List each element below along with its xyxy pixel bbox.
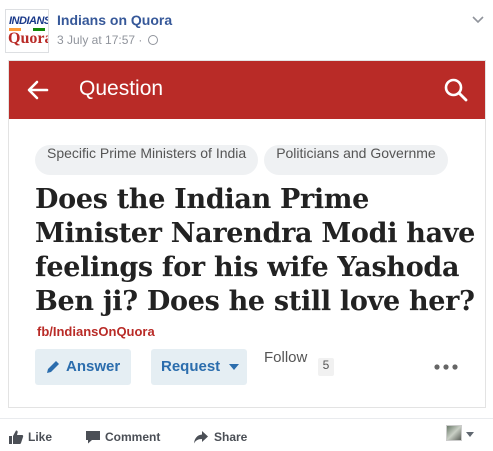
avatar-logo-bottom: Quora [8, 30, 49, 47]
like-button[interactable]: Like [8, 429, 58, 445]
post-header: INDIANS Quora Indians on Quora 3 July at… [0, 0, 493, 58]
shared-image[interactable]: Question Specific Prime Ministers of Ind… [8, 60, 486, 408]
chevron-down-icon[interactable] [470, 12, 486, 28]
comment-label: Comment [105, 430, 161, 444]
comment-button[interactable]: Comment [85, 429, 165, 445]
search-icon[interactable] [443, 77, 469, 103]
answer-button[interactable]: Answer [35, 349, 131, 385]
topic-chip[interactable]: Politicians and Governme [264, 145, 448, 175]
header-title: Question [79, 77, 164, 100]
post-action-bar: Like Comment Share [0, 418, 493, 451]
request-button[interactable]: Request [151, 349, 247, 385]
caret-down-icon [229, 364, 239, 370]
back-arrow-icon[interactable] [25, 77, 51, 103]
globe-icon [147, 35, 158, 45]
share-label: Share [214, 430, 248, 444]
pencil-icon [47, 361, 59, 373]
thumbs-up-icon [9, 430, 24, 444]
more-icon[interactable] [433, 361, 459, 373]
share-icon [194, 431, 208, 444]
page-avatar[interactable]: INDIANS Quora [5, 9, 49, 53]
request-label: Request [161, 358, 221, 375]
like-label: Like [28, 430, 53, 444]
topic-list: Specific Prime Ministers of India Politic… [35, 145, 454, 175]
follow-count-badge: 5 [318, 358, 334, 376]
question-actions: Answer Request Follow 5 [35, 349, 475, 385]
viewer-avatar[interactable] [446, 425, 462, 441]
page-name-link[interactable]: Indians on Quora [57, 12, 172, 28]
post-timestamp[interactable]: 3 July at 17:57 [57, 33, 135, 47]
meta-separator: · [138, 33, 143, 47]
comment-icon [86, 431, 100, 444]
question-header-bar: Question [9, 61, 485, 119]
post-meta: 3 July at 17:57 · [57, 33, 158, 47]
question-title: Does the Indian Prime Minister Narendra … [35, 184, 476, 317]
share-button[interactable]: Share [193, 429, 253, 445]
watermark-text: fb/IndiansOnQuora [37, 324, 155, 339]
answer-label: Answer [66, 358, 121, 375]
follow-button[interactable]: Follow [264, 349, 307, 385]
caret-down-icon[interactable] [466, 432, 474, 437]
avatar-logo-top: INDIANS [9, 15, 49, 27]
topic-chip[interactable]: Specific Prime Ministers of India [35, 145, 259, 175]
